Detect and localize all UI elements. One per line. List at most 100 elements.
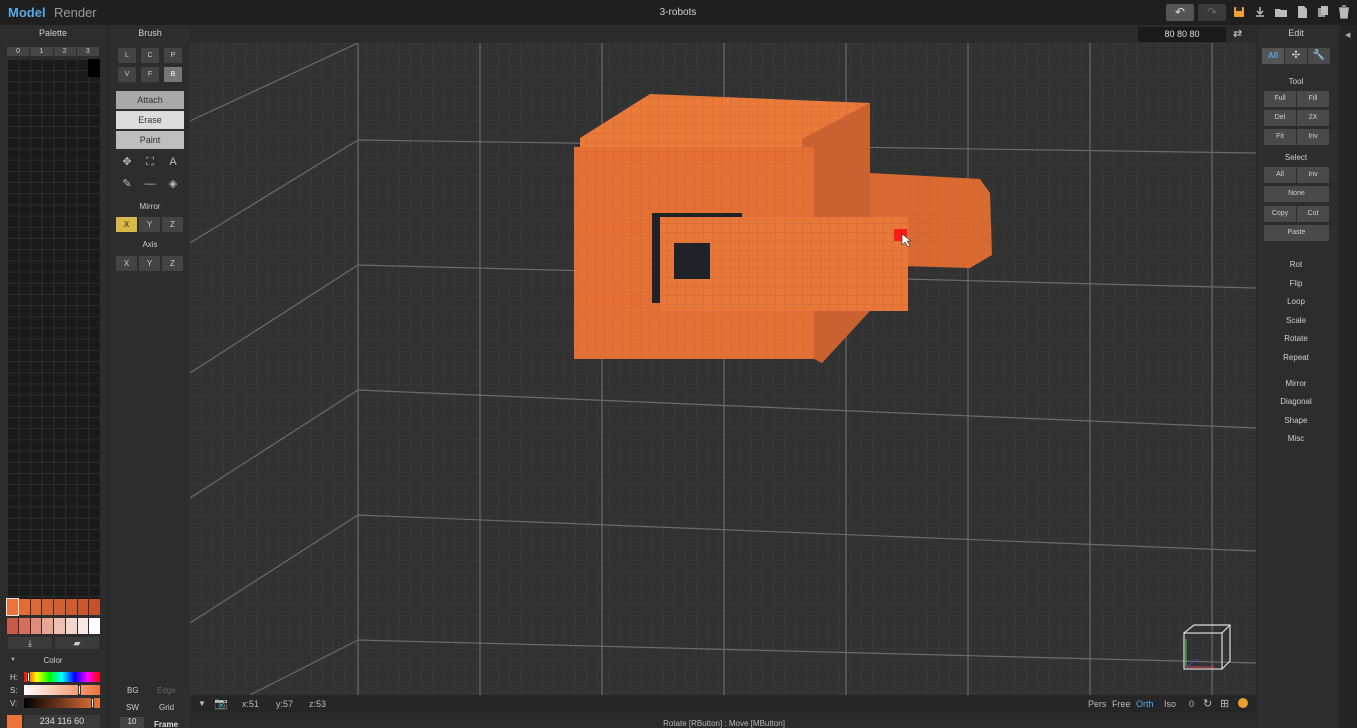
collapse-left-icon[interactable]: ◀ [1345,31,1350,39]
op-scale[interactable]: Scale [1258,316,1334,325]
palette-tab-2[interactable]: 2 [53,47,76,56]
brush-mode-f[interactable]: F [141,67,159,82]
erase-button[interactable]: Erase [116,111,184,129]
axis-y-button[interactable]: Y [139,256,160,271]
copy-button[interactable]: Copy [1264,206,1296,222]
rgb-value-field[interactable]: 234 116 60 [24,715,100,728]
dropdown-arrow-icon[interactable]: ▼ [198,699,206,708]
reset-view-icon[interactable]: ↻ [1203,697,1212,710]
view-iso[interactable]: Iso [1164,699,1176,709]
palette-grid[interactable] [7,59,100,599]
swap-icon[interactable]: ⇄ [1233,27,1242,40]
palette-swatch-black[interactable] [88,59,100,77]
hue-slider[interactable] [24,672,100,682]
undo-icon[interactable]: ↶ [1166,4,1194,21]
tool-fill-button[interactable]: Fill [1297,91,1329,107]
text-tool-icon[interactable]: A [164,154,182,170]
view-zero[interactable]: 0 [1189,699,1194,709]
menu-model[interactable]: Model [8,5,46,20]
sw-toggle[interactable]: SW [126,703,139,712]
palette-swatch-row2-0[interactable] [7,618,18,634]
tool-inv-button[interactable]: Inv [1297,129,1329,145]
palette-swatch-row1-1[interactable] [18,599,30,615]
op-mirror[interactable]: Mirror [1258,379,1334,388]
select-box-icon[interactable]: ⛶ [141,154,159,170]
palette-swatch-row2-1[interactable] [18,618,30,634]
brush-mode-v[interactable]: V [118,67,136,82]
right-collapse-strip[interactable]: ◀ [1340,25,1357,728]
frame-view-icon[interactable]: ⊞ [1220,697,1229,710]
view-orth[interactable]: Orth [1136,699,1154,709]
op-misc[interactable]: Misc [1258,434,1334,443]
palette-swatch-row2-2[interactable] [30,618,42,634]
save-icon[interactable] [1232,5,1246,19]
palette-swatch-row1-5[interactable] [65,599,77,615]
trash-icon[interactable] [1337,5,1351,19]
brush-mode-l[interactable]: L [118,48,136,63]
palette-tab-0[interactable]: 0 [7,47,30,56]
palette-tab-1[interactable]: 1 [30,47,53,56]
expand-icon[interactable]: ✣ [1285,48,1307,64]
mirror-x-button[interactable]: X [116,217,137,232]
axis-x-button[interactable]: X [116,256,137,271]
palette-swatch-row1-4[interactable] [54,599,65,615]
palette-swatch-row2-5[interactable] [65,618,77,634]
select-inv-button[interactable]: Inv [1297,167,1329,183]
volume-dimensions[interactable]: 80 80 80 [1138,27,1226,42]
frame-toggle[interactable]: Frame [154,720,178,728]
brush-mode-c[interactable]: C [141,48,159,63]
palette-swatch-row1-6[interactable] [77,599,89,615]
download-icon[interactable] [1253,5,1267,19]
duplicate-icon[interactable] [1316,5,1330,19]
edge-toggle[interactable]: Edge [157,686,176,695]
op-flip[interactable]: Flip [1258,279,1334,288]
slider-marker-v[interactable] [91,698,95,708]
light-icon[interactable] [1238,698,1248,708]
palette-swatch-row1-3[interactable] [42,599,53,615]
mirror-z-button[interactable]: Z [162,217,183,232]
select-none-button[interactable]: None [1264,186,1329,202]
value-slider[interactable] [24,698,100,708]
tool-del-button[interactable]: Del [1264,110,1296,126]
bg-toggle[interactable]: BG [127,686,139,695]
line-tool-icon[interactable]: — [141,176,159,192]
palette-tab-3[interactable]: 3 [76,47,99,56]
op-diagonal[interactable]: Diagonal [1258,397,1334,406]
eyedropper-icon[interactable]: ✎ [118,176,136,192]
palette-swatch-row1-0[interactable] [6,598,19,616]
palette-swatch-row1-2[interactable] [30,599,42,615]
tool-full-button[interactable]: Full [1264,91,1296,107]
view-pers[interactable]: Pers [1088,699,1107,709]
brush-mode-b[interactable]: B [164,67,182,82]
grid-toggle[interactable]: Grid [159,703,174,712]
palette-import-button[interactable]: ⤓ [8,637,52,649]
palette-swatch-row2-7[interactable] [89,618,100,634]
fill-bucket-icon[interactable]: ◈ [164,176,182,192]
redo-icon[interactable]: ↷ [1198,4,1226,21]
mirror-y-button[interactable]: Y [139,217,160,232]
axis-z-button[interactable]: Z [162,256,183,271]
attach-button[interactable]: Attach [116,91,184,109]
new-file-icon[interactable] [1295,5,1309,19]
palette-open-folder-icon[interactable]: ▰ [55,637,99,649]
open-folder-icon[interactable] [1274,5,1288,19]
op-rotate[interactable]: Rotate [1258,334,1334,343]
brush-mode-p[interactable]: P [164,48,182,63]
select-all-button[interactable]: All [1264,167,1296,183]
move-tool-icon[interactable]: ✥ [118,154,136,170]
op-shape[interactable]: Shape [1258,416,1334,425]
cut-button[interactable]: Cut [1297,206,1329,222]
camera-icon[interactable]: 📷 [214,697,228,710]
tool-2x-button[interactable]: 2X [1297,110,1329,126]
wrench-icon[interactable]: 🔧 [1308,48,1330,64]
palette-swatch-row1-7[interactable] [89,599,100,615]
slider-marker-h[interactable] [26,672,30,682]
paste-button[interactable]: Paste [1264,225,1329,241]
saturation-slider[interactable] [24,685,100,695]
menu-render[interactable]: Render [54,5,97,20]
op-repeat[interactable]: Repeat [1258,353,1334,362]
frame-value[interactable]: 10 [120,717,144,728]
palette-swatch-row2-6[interactable] [77,618,89,634]
paint-button[interactable]: Paint [116,131,184,149]
view-free[interactable]: Free [1112,699,1131,709]
